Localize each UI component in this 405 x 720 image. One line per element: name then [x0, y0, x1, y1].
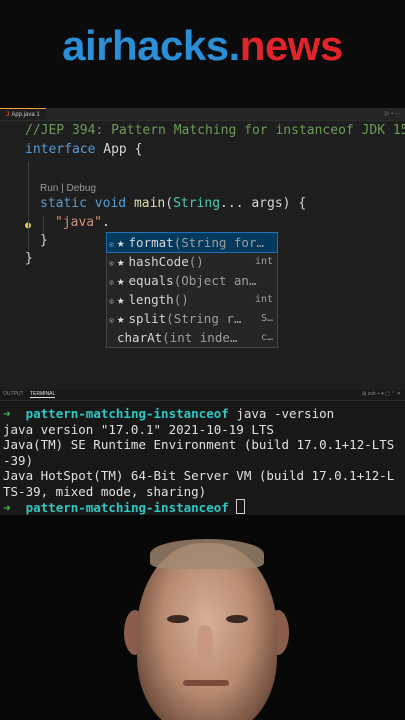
keyword-interface: interface	[25, 142, 96, 157]
airhacks-logo: airhacks.news	[0, 22, 405, 70]
method-icon: ⊙	[109, 316, 114, 325]
terminal-line: TS-39, mixed mode, sharing)	[3, 483, 207, 499]
presenter-mouth	[183, 680, 229, 686]
run-debug-codelens[interactable]: Run | Debug	[40, 183, 96, 194]
editor-tab-bar: J App.java 1 ▷ ▫ ···	[0, 108, 405, 121]
logo-part-airhacks: airhacks.	[62, 22, 240, 69]
terminal-actions[interactable]: ⊞ zsh + ▾ ▢ ⌃ ✕	[362, 391, 401, 397]
terminal-cursor	[236, 499, 246, 514]
suggestion-name: format	[128, 235, 174, 250]
presenter-video	[0, 515, 405, 720]
suggestion-name: charAt	[117, 330, 163, 345]
keyword-static: static	[40, 196, 87, 211]
suggestion-name: equals	[128, 273, 174, 288]
editor-actions[interactable]: ▷ ▫ ···	[385, 108, 401, 120]
star-icon: ★	[117, 292, 125, 307]
banner: airhacks.news	[0, 0, 405, 108]
method-icon: ⊙	[109, 278, 114, 287]
string-literal: "java"	[55, 215, 102, 230]
autocomplete-popup[interactable]: ⊙ ★ format(String for… ⊙ ★ hashCode() int ⊙ ★…	[106, 232, 278, 348]
code-line-comment: //JEP 394: Pattern Matching for instance…	[25, 123, 405, 138]
suggestion-item[interactable]: ⊙ ★ hashCode() int	[107, 252, 277, 271]
suggestion-item[interactable]: ⊙ ★ equals(Object an…	[107, 271, 277, 290]
dot-token: .	[101, 215, 110, 230]
presenter-eye	[167, 615, 189, 623]
suggestion-name: split	[128, 311, 167, 326]
method-icon: ⊙	[109, 297, 114, 306]
suggestion-item[interactable]: ⊙ ★ length() int	[107, 290, 277, 309]
prompt-directory: pattern-matching-instanceof	[25, 406, 229, 421]
tab-app-java[interactable]: J App.java 1	[0, 108, 46, 120]
star-icon: ★	[117, 311, 125, 326]
presenter-eye	[226, 615, 248, 623]
logo-part-news: news	[239, 22, 344, 69]
suggestion-item[interactable]: ⊙ ★ split(String r… S…	[107, 309, 277, 328]
presenter-nose	[197, 625, 213, 663]
star-icon: ★	[117, 254, 125, 269]
method-icon: ⊙	[109, 240, 114, 249]
suggestion-type: int	[254, 256, 273, 267]
code-text: ... args) {	[220, 196, 307, 211]
tab-output[interactable]: OUTPUT	[3, 391, 24, 397]
code-line-close-interface: }	[25, 251, 33, 266]
code-line-interface: interface App {	[25, 142, 142, 157]
bottom-panel: OUTPUT TERMINAL ⊞ zsh + ▾ ▢ ⌃ ✕ ➜ patter…	[0, 390, 405, 515]
suggestion-detail: ()	[173, 292, 189, 307]
suggestion-item[interactable]: charAt(int inde… c…	[107, 328, 277, 347]
prompt-arrow-icon: ➜	[3, 500, 11, 515]
terminal-line: -39)	[3, 452, 34, 468]
code-line-string: "java".	[55, 215, 110, 230]
panel-tabs: OUTPUT TERMINAL ⊞ zsh + ▾ ▢ ⌃ ✕	[0, 390, 405, 401]
terminal-line: Java(TM) SE Runtime Environment (build 1…	[3, 437, 395, 452]
prompt-directory: pattern-matching-instanceof	[25, 500, 229, 515]
terminal-line: Java HotSpot(TM) 64-Bit Server VM (build…	[3, 468, 395, 483]
terminal-line-command: ➜ pattern-matching-instanceof java -vers…	[3, 406, 394, 422]
method-icon: ⊙	[109, 259, 114, 268]
suggestion-item[interactable]: ⊙ ★ format(String for…	[106, 232, 278, 253]
code-text: App {	[95, 142, 143, 157]
terminal-line: java version "17.0.1" 2021-10-19 LTS	[3, 421, 274, 437]
prompt-arrow-icon: ➜	[3, 406, 11, 421]
tab-terminal[interactable]: TERMINAL	[30, 391, 56, 398]
suggestion-name: hashCode	[128, 254, 189, 269]
keyword-void: void	[94, 196, 127, 211]
terminal-prompt: ➜ pattern-matching-instanceof	[3, 499, 394, 516]
indent-guide	[28, 162, 29, 250]
suggestion-name: length	[128, 292, 174, 307]
code-line-close-main: }	[40, 233, 48, 248]
suggestion-type: int	[254, 294, 273, 305]
suggestion-type: c…	[260, 332, 273, 343]
terminal-command: java -version	[228, 406, 335, 421]
type-string: String	[173, 196, 221, 211]
indent-guide	[43, 216, 44, 234]
java-file-icon: J	[6, 112, 10, 118]
presenter-hair	[150, 539, 264, 569]
suggestion-detail: (String r…	[166, 311, 242, 326]
suggestion-detail: (String for…	[173, 235, 264, 250]
suggestion-detail: (Object an…	[173, 273, 257, 288]
star-icon: ★	[117, 273, 125, 288]
code-line-main: static void main(String... args) {	[40, 196, 307, 211]
suggestion-detail: ()	[188, 254, 204, 269]
terminal-output[interactable]: ➜ pattern-matching-instanceof java -vers…	[3, 406, 394, 516]
suggestion-type: S…	[260, 313, 273, 324]
tab-label: App.java 1	[11, 112, 40, 118]
star-icon: ★	[117, 235, 125, 250]
code-editor[interactable]: J App.java 1 ▷ ▫ ··· //JEP 394: Pattern M…	[0, 108, 405, 390]
method-main: main	[133, 196, 166, 211]
suggestion-detail: (int inde…	[162, 330, 238, 345]
